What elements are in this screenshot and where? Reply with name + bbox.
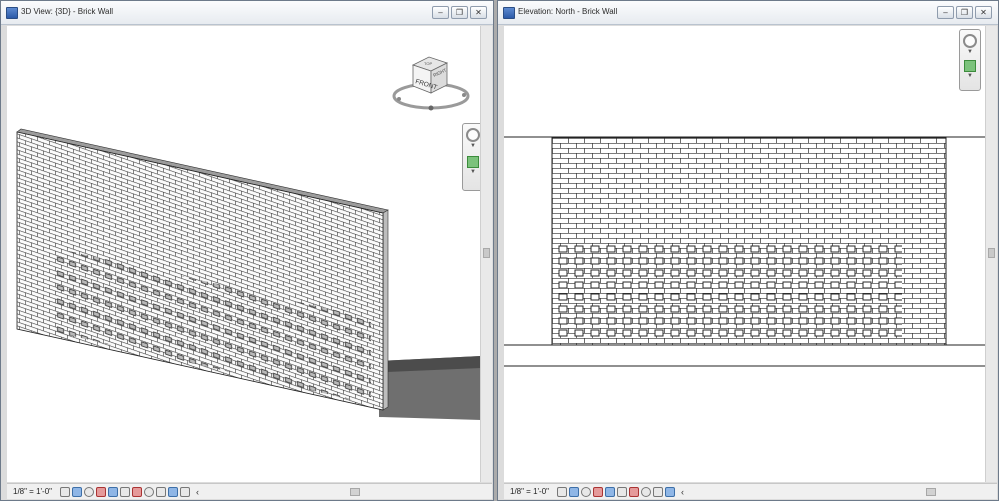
elevation-view-titlebar[interactable]: Elevation: North - Brick Wall – ❐ ✕ (498, 1, 998, 25)
temporary-hide-icon[interactable] (641, 486, 652, 497)
3d-view-titlebar[interactable]: 3D View: {3D} - Brick Wall – ❐ ✕ (1, 1, 493, 25)
reveal-hidden-icon[interactable] (653, 486, 664, 497)
viewcube-top-label: TOP (424, 61, 432, 66)
crop-icon[interactable] (108, 486, 119, 497)
detail-level-icon[interactable] (557, 486, 568, 497)
vertical-scrollbar[interactable] (480, 26, 492, 482)
shadows-icon[interactable] (593, 486, 604, 497)
revit-view-icon (6, 7, 18, 19)
close-button[interactable]: ✕ (470, 6, 487, 19)
minimize-button[interactable]: – (432, 6, 449, 19)
3d-view-title: 3D View: {3D} - Brick Wall (21, 7, 114, 16)
unlock-icon[interactable] (629, 486, 640, 497)
3d-view-window[interactable]: 3D View: {3D} - Brick Wall – ❐ ✕ FRONT R… (0, 0, 494, 501)
unlock-icon[interactable] (132, 486, 143, 497)
viewcube[interactable]: FRONT RIGHT TOP (391, 53, 475, 115)
scale-selector[interactable]: 1/8" = 1'-0" (510, 487, 549, 496)
sun-path-icon[interactable] (84, 486, 95, 497)
chevron-down-icon[interactable]: ▼ (967, 72, 973, 80)
detail-level-icon[interactable] (60, 486, 71, 497)
worksharing-icon[interactable] (665, 486, 676, 497)
steering-wheel-icon[interactable] (466, 128, 480, 142)
chevron-down-icon[interactable]: ▼ (470, 142, 476, 150)
visual-style-icon[interactable] (72, 486, 83, 497)
elevation-view-window[interactable]: Elevation: North - Brick Wall – ❐ ✕ ▼ ▼ … (497, 0, 999, 501)
scrollbar-thumb[interactable] (988, 248, 995, 258)
chevron-down-icon[interactable]: ▼ (470, 168, 476, 176)
view-control-bar: 1/8" = 1'-0" ‹ (504, 483, 997, 499)
worksharing-icon[interactable] (168, 486, 179, 497)
navigation-bar[interactable]: ▼ ▼ (959, 29, 981, 91)
vertical-scrollbar[interactable] (985, 26, 997, 482)
steering-wheel-icon[interactable] (963, 34, 977, 48)
zoom-icon[interactable] (964, 60, 976, 72)
scroll-left-icon[interactable]: ‹ (681, 487, 684, 497)
restore-button[interactable]: ❐ (451, 6, 468, 19)
revit-view-icon (503, 7, 515, 19)
restore-button[interactable]: ❐ (956, 6, 973, 19)
visual-style-icon[interactable] (569, 486, 580, 497)
scale-selector[interactable]: 1/8" = 1'-0" (13, 487, 52, 496)
analysis-icon[interactable] (180, 486, 191, 497)
horizontal-scrollbar-thumb[interactable] (926, 488, 936, 496)
crop-icon[interactable] (605, 486, 616, 497)
elevation-brick-wall-drawing (504, 136, 986, 367)
temporary-hide-icon[interactable] (144, 486, 155, 497)
reveal-hidden-icon[interactable] (156, 486, 167, 497)
scroll-left-icon[interactable]: ‹ (196, 487, 199, 497)
navigation-bar[interactable]: ▼ ▼ (462, 123, 481, 191)
chevron-down-icon[interactable]: ▼ (967, 48, 973, 56)
shadows-icon[interactable] (96, 486, 107, 497)
crop-region-icon[interactable] (120, 486, 131, 497)
zoom-icon[interactable] (467, 156, 479, 168)
minimize-button[interactable]: – (937, 6, 954, 19)
sun-path-icon[interactable] (581, 486, 592, 497)
3d-viewport-canvas[interactable]: FRONT RIGHT TOP ▼ ▼ (7, 26, 481, 482)
crop-region-icon[interactable] (617, 486, 628, 497)
elevation-view-title: Elevation: North - Brick Wall (518, 7, 618, 16)
view-control-bar: 1/8" = 1'-0" ‹ (7, 483, 492, 499)
horizontal-scrollbar-thumb[interactable] (350, 488, 360, 496)
elevation-viewport-canvas[interactable]: ▼ ▼ (504, 26, 986, 482)
scrollbar-thumb[interactable] (483, 248, 490, 258)
close-button[interactable]: ✕ (975, 6, 992, 19)
